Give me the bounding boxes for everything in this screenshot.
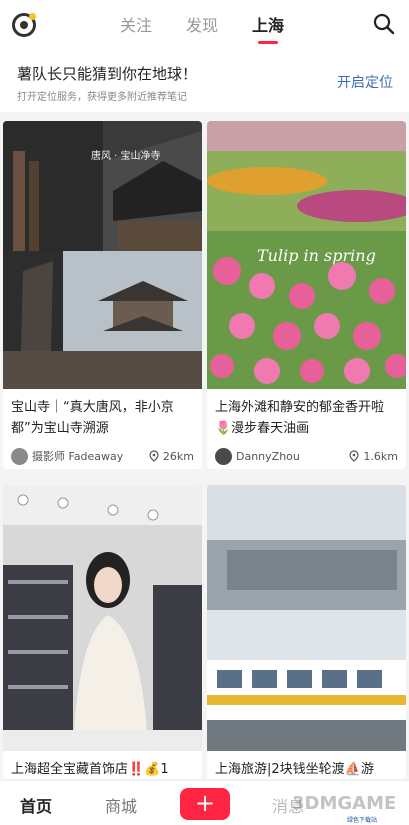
feed-card[interactable]: 唐风 · 宝山净寺 宝山寺｜“真大唐风，非小京都”为宝山寺溯源 摄影师 Fade… <box>3 121 202 469</box>
app-logo-icon[interactable] <box>12 13 36 37</box>
location-banner: 薯队长只能猜到你在地球！ 打开定位服务，获得更多附近推荐笔记 开启定位 <box>0 50 409 112</box>
card-title: 上海外滩和静安的郁金香开啦🌷漫步春天油画 <box>215 400 385 436</box>
tab-following[interactable]: 关注 <box>120 12 152 42</box>
top-tabs: 关注 发现 上海 <box>120 12 284 44</box>
card-image-caption: 唐风 · 宝山净寺 <box>91 149 161 162</box>
search-icon[interactable] <box>373 13 395 35</box>
banner-title: 薯队长只能猜到你在地球！ <box>17 65 198 83</box>
enable-location-button[interactable]: 开启定位 <box>337 72 393 92</box>
nav-home[interactable]: 首页 <box>20 793 52 817</box>
banner-subtitle: 打开定位服务，获得更多附近推荐笔记 <box>17 92 187 103</box>
location-pin-icon <box>349 450 360 462</box>
card-distance: 1.6km <box>363 449 398 463</box>
card-distance: 26km <box>162 449 194 463</box>
card-title: 宝山寺｜“真大唐风，非小京都”为宝山寺溯源 <box>11 400 174 436</box>
avatar <box>11 447 28 465</box>
card-image-caption: Tulip in spring <box>257 246 376 265</box>
card-image-jewelry <box>3 485 202 751</box>
nav-mall[interactable]: 商城 <box>105 793 137 817</box>
card-image-temple: 唐风 · 宝山净寺 <box>3 121 202 389</box>
card-image-ferry <box>207 485 406 751</box>
feed-card[interactable]: 上海超全宝藏首饰店‼️💰1 <box>3 485 202 779</box>
card-title: 上海旅游|2块钱坐轮渡⛵游 <box>215 762 374 777</box>
location-pin-icon <box>149 450 159 462</box>
card-image-tulips: Tulip in spring <box>207 121 406 389</box>
card-title: 上海超全宝藏首饰店‼️💰1 <box>11 762 169 777</box>
card-author: DannyZhou <box>236 449 300 463</box>
feed-card[interactable]: 上海旅游|2块钱坐轮渡⛵游 <box>207 485 406 779</box>
watermark-corner: 绿色下载站 <box>347 817 378 824</box>
tab-discover[interactable]: 发现 <box>186 12 218 42</box>
top-bar: 关注 发现 上海 <box>0 0 409 50</box>
avatar <box>215 447 232 465</box>
feed-card[interactable]: Tulip in spring 上海外滩和静安的郁金香开啦🌷漫步春天油画 Dan… <box>207 121 406 469</box>
tab-local[interactable]: 上海 <box>252 12 284 44</box>
watermark-brand: 3DMGAME <box>292 793 397 814</box>
add-post-button[interactable]: + <box>180 788 230 820</box>
card-author: 摄影师 Fadeaway <box>32 450 124 463</box>
